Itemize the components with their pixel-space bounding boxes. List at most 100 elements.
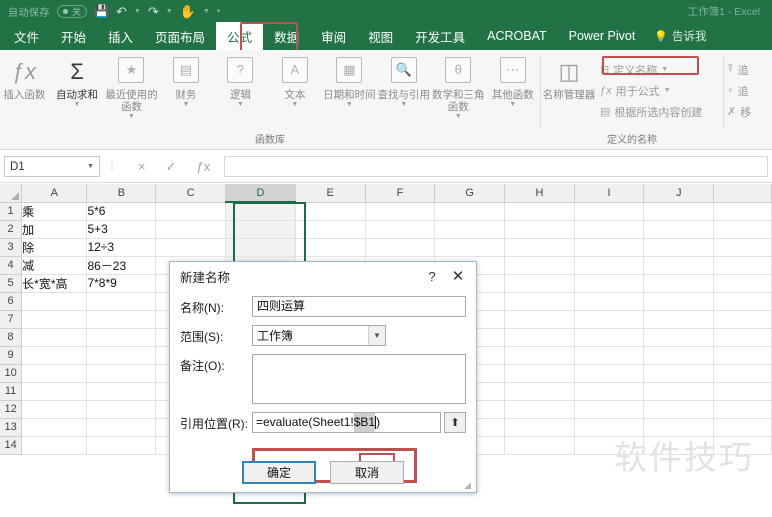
insert-function-fx-icon[interactable]: ƒx: [197, 159, 211, 174]
cell-D3[interactable]: [225, 238, 296, 257]
cell-A14[interactable]: [21, 436, 88, 455]
cell-B10[interactable]: [86, 364, 157, 383]
help-icon[interactable]: ?: [420, 269, 444, 284]
recently-used-button[interactable]: ★ 最近使用的函数 ▼: [104, 54, 158, 121]
cell-D2[interactable]: [225, 220, 296, 239]
cell-I7[interactable]: [574, 310, 645, 329]
dialog-title-bar[interactable]: 新建名称 ? ✕: [170, 262, 476, 290]
date-time-button[interactable]: ▦ 日期和时间 ▼: [322, 54, 376, 109]
cell-A8[interactable]: [21, 328, 88, 347]
tab-home[interactable]: 开始: [50, 22, 97, 50]
tab-power-pivot[interactable]: Power Pivot: [558, 22, 647, 50]
cell-I13[interactable]: [574, 418, 645, 437]
financial-button[interactable]: ▤ 财务 ▼: [159, 54, 213, 109]
cell-K9[interactable]: [713, 346, 772, 365]
row-header-2[interactable]: 2: [0, 220, 23, 239]
date-time-chevron-down-icon[interactable]: ▼: [346, 101, 353, 109]
trace-dependents-button[interactable]: ⍖ 追: [724, 81, 754, 100]
col-header-J[interactable]: J: [643, 184, 715, 203]
enter-formula-icon[interactable]: ✓: [166, 159, 177, 175]
cell-B13[interactable]: [86, 418, 157, 437]
col-header-A[interactable]: A: [21, 184, 88, 203]
cell-K5[interactable]: [713, 274, 772, 293]
use-in-formula-chevron-down-icon[interactable]: ▼: [664, 87, 671, 94]
cell-J3[interactable]: [643, 238, 715, 257]
cell-B9[interactable]: [86, 346, 157, 365]
cell-B12[interactable]: [86, 400, 157, 419]
cell-A10[interactable]: [21, 364, 88, 383]
row-header-8[interactable]: 8: [0, 328, 23, 347]
cell-K10[interactable]: [713, 364, 772, 383]
cell-H10[interactable]: [504, 364, 575, 383]
col-header-I[interactable]: I: [574, 184, 645, 203]
undo-chevron-down-icon[interactable]: ▼: [134, 8, 141, 15]
cell-A2[interactable]: 加: [21, 220, 88, 239]
cell-J9[interactable]: [643, 346, 715, 365]
cell-B7[interactable]: [86, 310, 157, 329]
select-all-corner[interactable]: [0, 184, 23, 203]
col-header-G[interactable]: G: [434, 184, 506, 203]
row-header-13[interactable]: 13: [0, 418, 23, 437]
cell-A9[interactable]: [21, 346, 88, 365]
cell-H14[interactable]: [504, 436, 575, 455]
cell-H11[interactable]: [504, 382, 575, 401]
col-header-E[interactable]: E: [295, 184, 366, 203]
row-header-9[interactable]: 9: [0, 346, 23, 365]
remove-arrows-button[interactable]: ✗ 移: [724, 102, 754, 121]
cell-A3[interactable]: 除: [21, 238, 88, 257]
cell-F1[interactable]: [365, 202, 436, 221]
cell-H7[interactable]: [504, 310, 575, 329]
autosave-toggle[interactable]: 关: [57, 4, 88, 18]
recently-used-chevron-down-icon[interactable]: ▼: [128, 113, 135, 121]
cell-I6[interactable]: [574, 292, 645, 311]
comment-textarea[interactable]: [252, 354, 466, 404]
formula-bar-expand-handle[interactable]: ⋮: [100, 161, 124, 172]
save-icon[interactable]: 💾: [94, 5, 109, 17]
row-header-3[interactable]: 3: [0, 238, 23, 257]
tab-page-layout[interactable]: 页面布局: [144, 22, 216, 50]
row-header-5[interactable]: 5: [0, 274, 23, 293]
touch-chevron-down-icon[interactable]: ▼: [203, 8, 210, 15]
cell-E2[interactable]: [295, 220, 366, 239]
cell-I10[interactable]: [574, 364, 645, 383]
ok-button[interactable]: 确定: [242, 461, 316, 484]
scope-select[interactable]: 工作簿 ▼: [252, 325, 386, 346]
cell-G3[interactable]: [434, 238, 506, 257]
col-header-B[interactable]: B: [86, 184, 157, 203]
cell-A1[interactable]: 乘: [21, 202, 88, 221]
cell-B5[interactable]: 7*8*9: [86, 274, 157, 293]
row-header-7[interactable]: 7: [0, 310, 23, 329]
autosum-chevron-down-icon[interactable]: ▼: [74, 101, 81, 109]
cell-D1[interactable]: [225, 202, 296, 221]
cell-B1[interactable]: 5*6: [86, 202, 157, 221]
tab-review[interactable]: 审阅: [310, 22, 357, 50]
cell-J4[interactable]: [643, 256, 715, 275]
customize-qat-icon[interactable]: ▾: [217, 7, 221, 15]
row-header-6[interactable]: 6: [0, 292, 23, 311]
define-name-button[interactable]: ⊟ 定义名称 ▼: [597, 60, 705, 79]
cell-A4[interactable]: 减: [21, 256, 88, 275]
tell-me-box[interactable]: 💡 告诉我: [646, 28, 706, 44]
cell-F3[interactable]: [365, 238, 436, 257]
row-header-14[interactable]: 14: [0, 436, 23, 455]
cell-J13[interactable]: [643, 418, 715, 437]
cell-I4[interactable]: [574, 256, 645, 275]
cell-I2[interactable]: [574, 220, 645, 239]
refers-to-input[interactable]: =evaluate(Sheet1! $B1): [252, 412, 441, 433]
cell-H2[interactable]: [504, 220, 575, 239]
row-header-12[interactable]: 12: [0, 400, 23, 419]
lookup-chevron-down-icon[interactable]: ▼: [400, 101, 407, 109]
name-input[interactable]: 四则运算: [252, 296, 466, 317]
text-button[interactable]: A 文本 ▼: [268, 54, 322, 109]
cell-F2[interactable]: [365, 220, 436, 239]
cancel-button[interactable]: 取消: [330, 461, 404, 484]
cell-K3[interactable]: [713, 238, 772, 257]
cell-J8[interactable]: [643, 328, 715, 347]
row-header-11[interactable]: 11: [0, 382, 23, 401]
cell-I5[interactable]: [574, 274, 645, 293]
cell-J14[interactable]: [643, 436, 715, 455]
cancel-formula-icon[interactable]: ×: [138, 159, 146, 174]
cell-A11[interactable]: [21, 382, 88, 401]
cell-J11[interactable]: [643, 382, 715, 401]
col-header-H[interactable]: H: [504, 184, 575, 203]
